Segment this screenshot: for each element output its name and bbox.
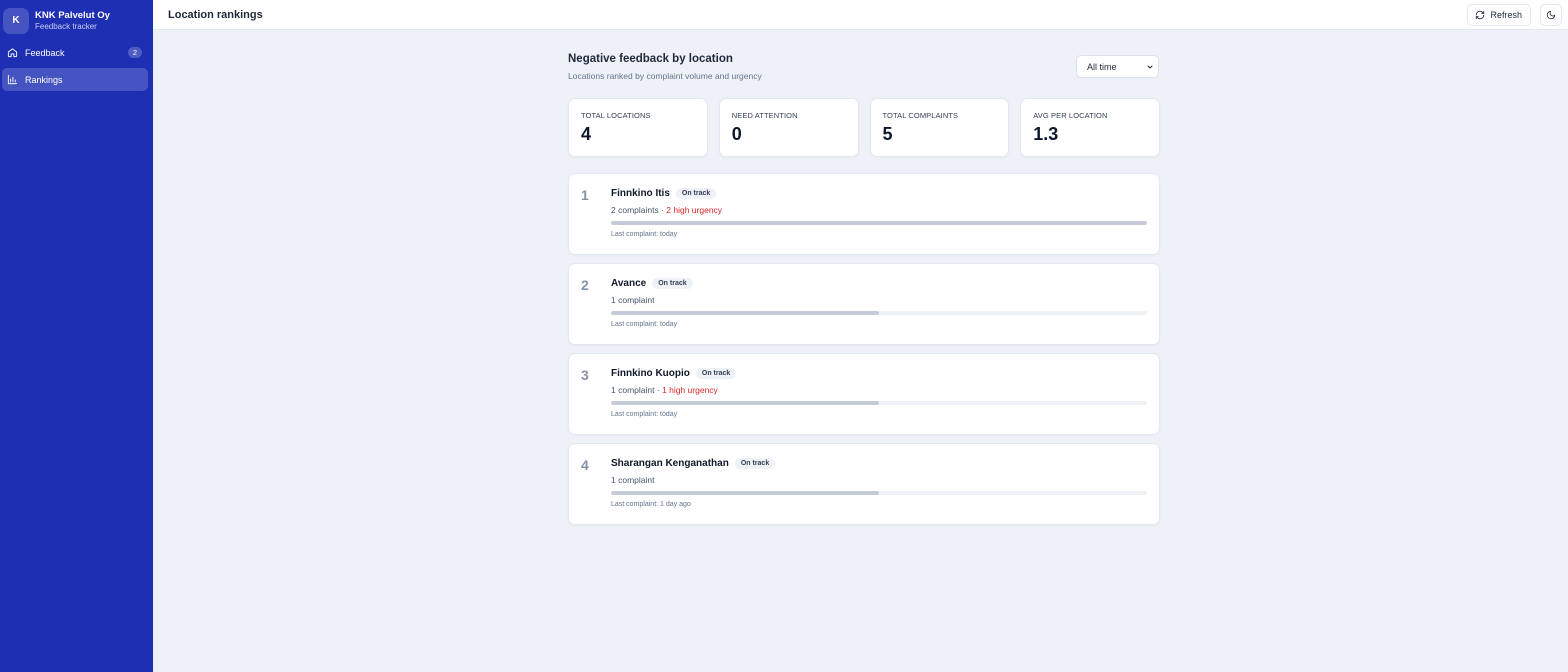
location-name: Sharangan Kenganathan xyxy=(611,457,729,469)
sidebar-nav: Feedback 2 Rankings xyxy=(0,41,153,91)
stat-card-total-complaints: TOTAL COMPLAINTS 5 xyxy=(869,98,1010,157)
complaint-bar xyxy=(611,311,1147,315)
complaint-summary: 2 complaints · 2 high urgency xyxy=(611,205,1147,215)
stat-label: NEED ATTENTION xyxy=(731,111,798,120)
complaint-count: 1 complaint xyxy=(611,475,655,485)
stat-label: AVG PER LOCATION xyxy=(1033,111,1108,120)
stat-card-avg-per-location: AVG PER LOCATION 1.3 xyxy=(1020,98,1160,157)
ranking-list: 1 Finnkino Itis On track 2 complaints · … xyxy=(568,173,1160,525)
refresh-label: Refresh xyxy=(1490,9,1522,20)
feedback-count-badge: 2 xyxy=(127,47,142,58)
location-name: Finnkino Itis xyxy=(611,187,670,199)
stat-label: TOTAL LOCATIONS xyxy=(581,111,651,120)
status-badge: On track xyxy=(675,187,717,199)
stat-label: TOTAL COMPLAINTS xyxy=(882,111,959,120)
stat-value: 0 xyxy=(731,124,742,144)
theme-toggle-button[interactable] xyxy=(1540,3,1562,26)
complaint-count: 2 complaints xyxy=(611,205,659,215)
stat-value: 4 xyxy=(581,124,592,144)
sidebar-item-feedback[interactable]: Feedback 2 xyxy=(2,41,148,64)
brand-avatar: K xyxy=(3,7,29,34)
brand: K KNK Palvelut Oy Feedback tracker xyxy=(0,0,153,36)
page-title: Location rankings xyxy=(168,8,263,21)
status-badge: On track xyxy=(695,367,737,379)
refresh-icon xyxy=(1476,10,1485,19)
sidebar-item-label: Feedback xyxy=(25,47,65,58)
complaint-bar xyxy=(611,221,1147,225)
last-complaint: Last complaint: today xyxy=(611,321,678,328)
top-bar: Location rankings Refresh xyxy=(153,0,1568,30)
stats-row: TOTAL LOCATIONS 4 NEED ATTENTION 0 TOTAL… xyxy=(568,98,1160,157)
sidebar-item-label: Rankings xyxy=(25,74,63,85)
bar-chart-icon xyxy=(6,74,18,86)
moon-icon xyxy=(1546,10,1556,19)
complaint-count: 1 complaint xyxy=(611,385,655,395)
stat-value: 1.3 xyxy=(1033,124,1059,144)
ranking-card[interactable]: 1 Finnkino Itis On track 2 complaints · … xyxy=(568,173,1160,255)
section-header: Negative feedback by location Locations … xyxy=(568,50,1160,98)
complaint-summary: 1 complaint xyxy=(611,295,1147,305)
ranking-card[interactable]: 2 Avance On track 1 complaint Last compl… xyxy=(568,263,1160,345)
rank-number: 4 xyxy=(581,457,589,473)
last-complaint: Last complaint: today xyxy=(611,411,678,418)
status-badge: On track xyxy=(734,457,776,469)
period-select-value: All time xyxy=(1087,61,1117,72)
stat-card-need-attention: NEED ATTENTION 0 xyxy=(718,98,859,157)
complaint-bar xyxy=(611,401,1147,405)
complaint-bar-fill xyxy=(611,311,879,315)
ranking-card[interactable]: 4 Sharangan Kenganathan On track 1 compl… xyxy=(568,443,1160,525)
section-title: Negative feedback by location xyxy=(568,53,733,65)
rank-number: 2 xyxy=(581,277,589,293)
status-badge: On track xyxy=(652,277,693,289)
stat-card-total-locations: TOTAL LOCATIONS 4 xyxy=(568,98,708,157)
chevron-down-icon xyxy=(1147,65,1153,68)
rank-number: 3 xyxy=(581,367,589,383)
refresh-button[interactable]: Refresh xyxy=(1467,3,1531,26)
complaint-bar xyxy=(611,491,1147,495)
sidebar: K KNK Palvelut Oy Feedback tracker Feedb… xyxy=(0,0,153,672)
complaint-bar-fill xyxy=(611,491,879,495)
last-complaint: Last complaint: 1 day ago xyxy=(611,501,691,508)
complaint-bar-fill xyxy=(611,401,879,405)
home-icon xyxy=(6,47,18,59)
location-name: Finnkino Kuopio xyxy=(611,367,690,379)
complaint-summary: 1 complaint · 1 high urgency xyxy=(611,385,1147,395)
ranking-card[interactable]: 3 Finnkino Kuopio On track 1 complaint ·… xyxy=(568,353,1160,435)
location-name: Avance xyxy=(611,277,647,289)
complaint-count: 1 complaint xyxy=(611,295,655,305)
main-content: Negative feedback by location Locations … xyxy=(568,50,1160,533)
period-select[interactable]: All time xyxy=(1076,55,1159,78)
rank-number: 1 xyxy=(581,187,589,203)
last-complaint: Last complaint: today xyxy=(611,231,678,238)
urgency-count: 1 high urgency xyxy=(662,385,718,395)
stat-value: 5 xyxy=(882,124,893,144)
meta-separator: · xyxy=(654,385,663,395)
complaint-summary: 1 complaint xyxy=(611,475,1147,485)
urgency-count: 2 high urgency xyxy=(666,205,723,215)
section-subtitle: Locations ranked by complaint volume and… xyxy=(568,71,762,81)
complaint-bar-fill xyxy=(611,221,1147,225)
sidebar-item-rankings[interactable]: Rankings xyxy=(2,68,148,91)
brand-name: KNK Palvelut Oy xyxy=(35,9,110,21)
brand-subtitle: Feedback tracker xyxy=(35,21,97,31)
